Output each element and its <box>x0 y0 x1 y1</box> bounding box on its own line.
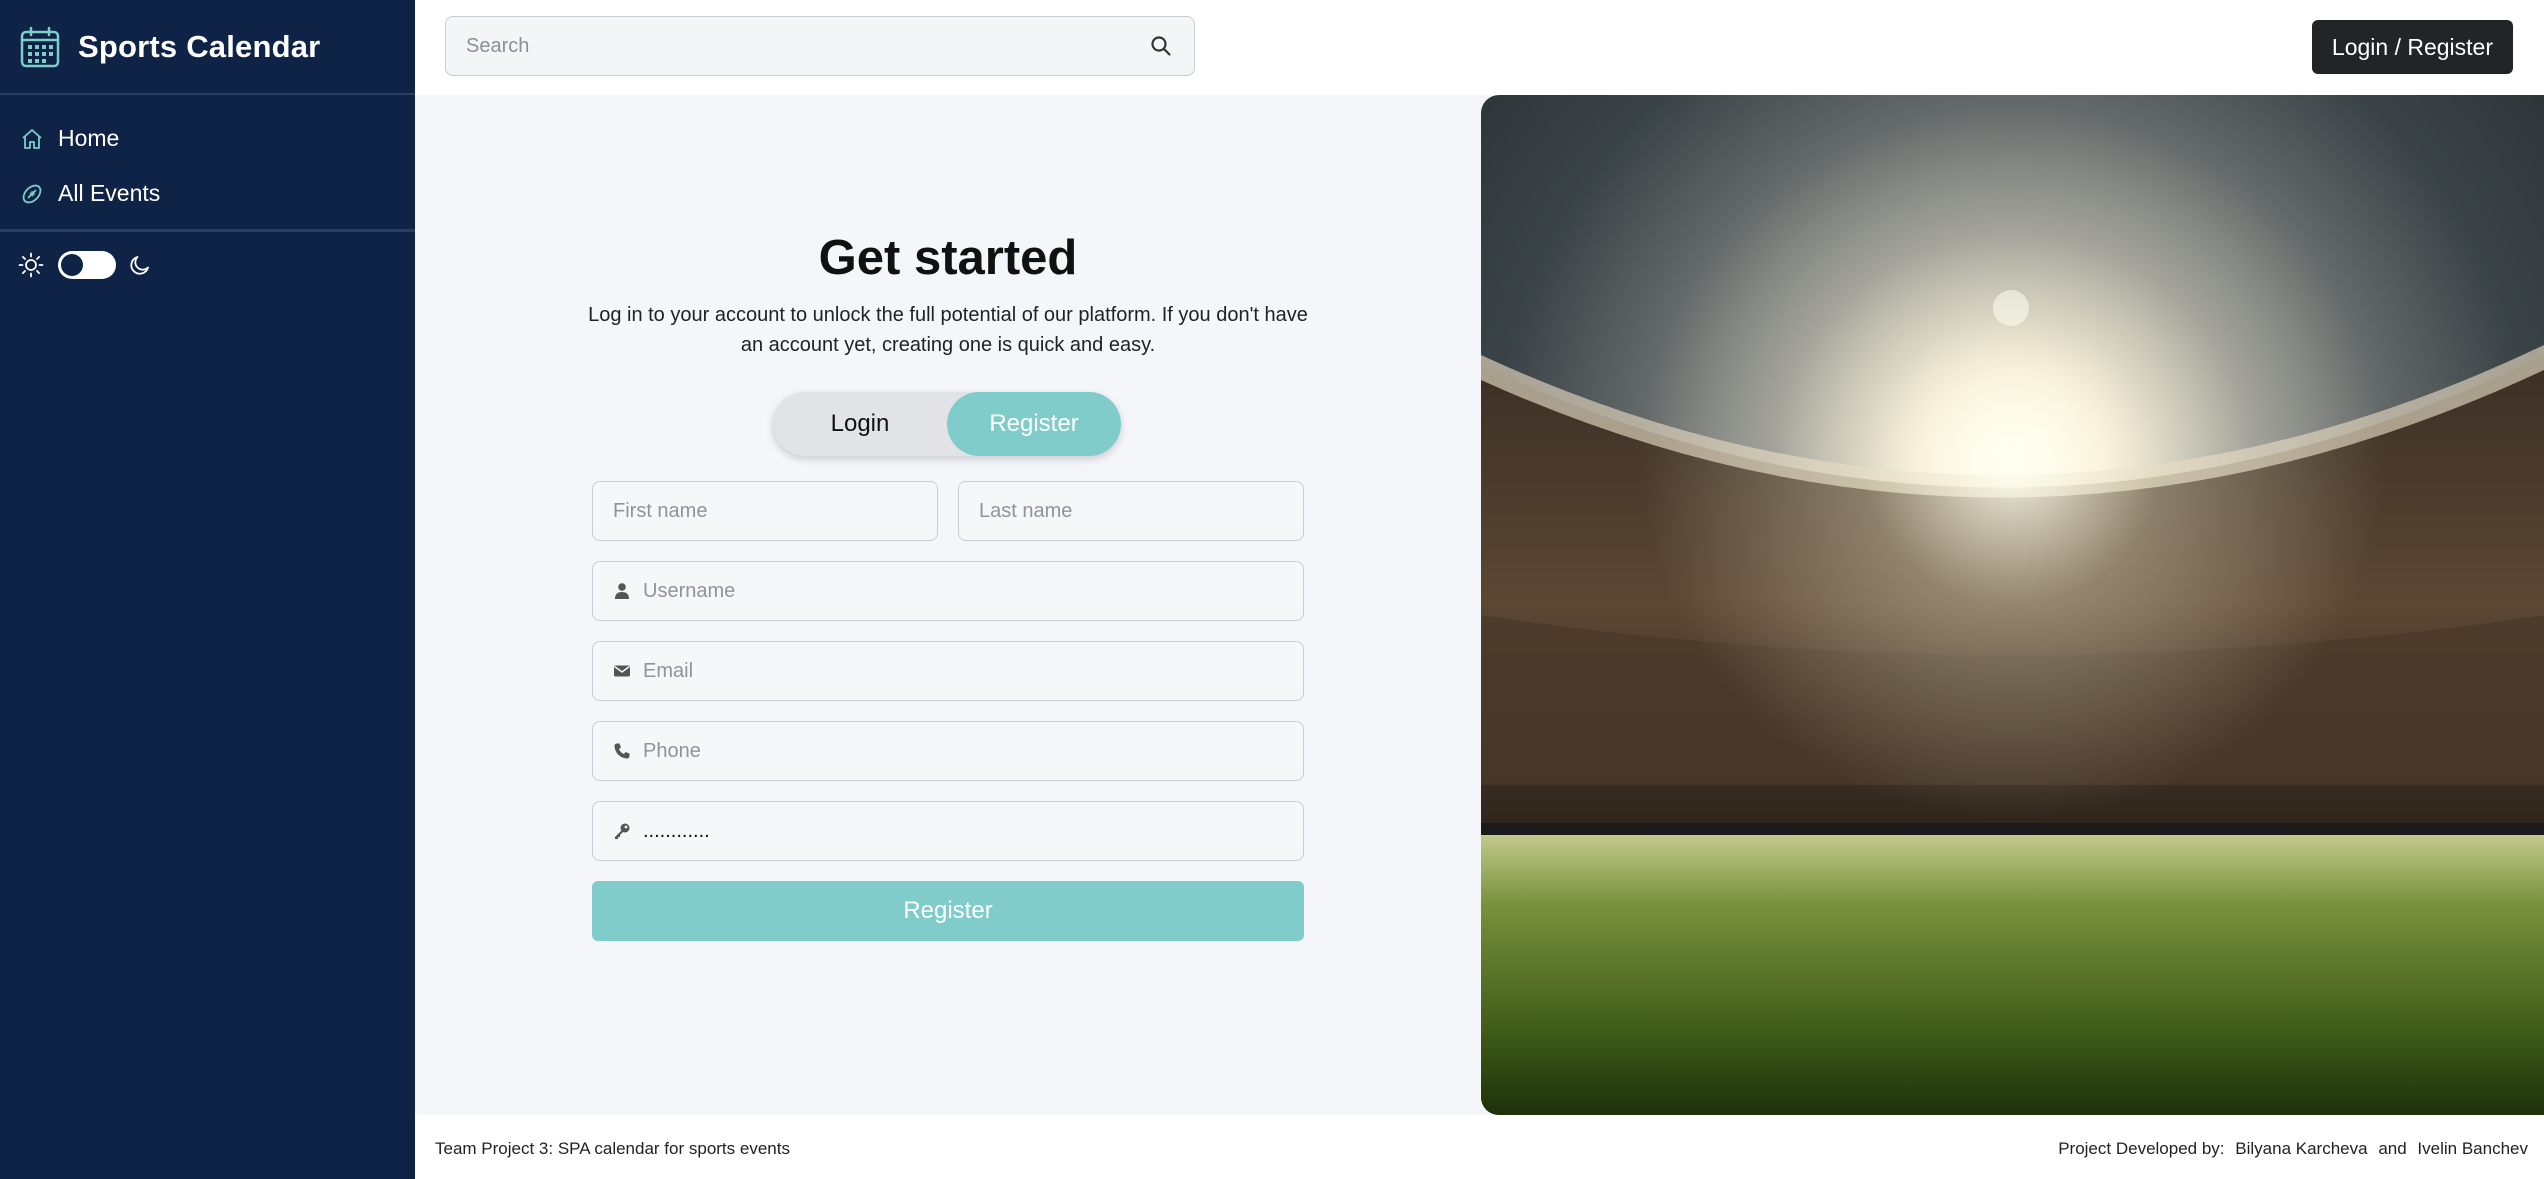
footer-project-text: Team Project 3: SPA calendar for sports … <box>435 1139 790 1158</box>
sidebar-nav: Home All Events <box>0 95 415 221</box>
sidebar-item-all-events[interactable]: All Events <box>0 166 415 221</box>
tab-register[interactable]: Register <box>947 392 1121 456</box>
moon-icon <box>130 256 149 275</box>
register-panel: Get started Log in to your account to un… <box>415 95 1481 1115</box>
username-field <box>592 561 1304 621</box>
login-register-button[interactable]: Login / Register <box>2311 20 2513 74</box>
password-input[interactable] <box>643 802 1303 860</box>
app-title: Sports Calendar <box>78 28 321 64</box>
search-box <box>445 16 1195 76</box>
author-link[interactable]: Bilyana Karcheva <box>2235 1139 2367 1158</box>
footer-credits: Project Developed by: Bilyana Karcheva a… <box>2052 1139 2528 1159</box>
search-icon[interactable] <box>1150 35 1172 57</box>
theme-switcher <box>0 232 415 298</box>
search-input[interactable] <box>446 34 1150 58</box>
password-field <box>592 801 1304 861</box>
phone-field <box>592 721 1304 781</box>
top-bar: Login / Register <box>415 0 2544 95</box>
sidebar-item-label: All Events <box>58 180 161 206</box>
phone-icon <box>614 743 630 759</box>
stadium-image <box>1481 95 2544 1115</box>
last-name-input[interactable] <box>959 482 1303 540</box>
phone-input[interactable] <box>643 722 1303 780</box>
theme-toggle[interactable] <box>58 251 116 279</box>
first-name-input[interactable] <box>593 482 937 540</box>
email-input[interactable] <box>643 642 1303 700</box>
page-title: Get started <box>818 231 1078 285</box>
register-submit-button[interactable]: Register <box>592 881 1304 941</box>
tab-login[interactable]: Login <box>773 392 947 456</box>
user-icon <box>615 583 629 599</box>
ball-icon <box>22 184 42 203</box>
key-icon <box>615 823 630 839</box>
username-input[interactable] <box>643 562 1303 620</box>
page-subtitle: Log in to your account to unlock the ful… <box>588 304 1308 356</box>
sidebar-item-home[interactable]: Home <box>0 111 415 166</box>
footer: Team Project 3: SPA calendar for sports … <box>415 1115 2544 1179</box>
first-name-field <box>592 481 938 541</box>
credits-conjunction: and <box>2378 1139 2407 1158</box>
brand[interactable]: Sports Calendar <box>0 0 415 95</box>
email-field <box>592 641 1304 701</box>
sidebar: Sports Calendar Home All Events <box>0 0 415 1179</box>
auth-tabs: Login Register <box>773 392 1121 456</box>
author-link[interactable]: Ivelin Banchev <box>2417 1139 2528 1158</box>
envelope-icon <box>614 665 630 677</box>
home-icon <box>22 128 42 149</box>
credits-prefix: Project Developed by: <box>2058 1139 2225 1158</box>
toggle-knob <box>61 254 83 276</box>
sidebar-item-label: Home <box>58 125 120 151</box>
calendar-icon <box>20 26 60 67</box>
last-name-field <box>958 481 1304 541</box>
sun-icon <box>18 252 44 278</box>
